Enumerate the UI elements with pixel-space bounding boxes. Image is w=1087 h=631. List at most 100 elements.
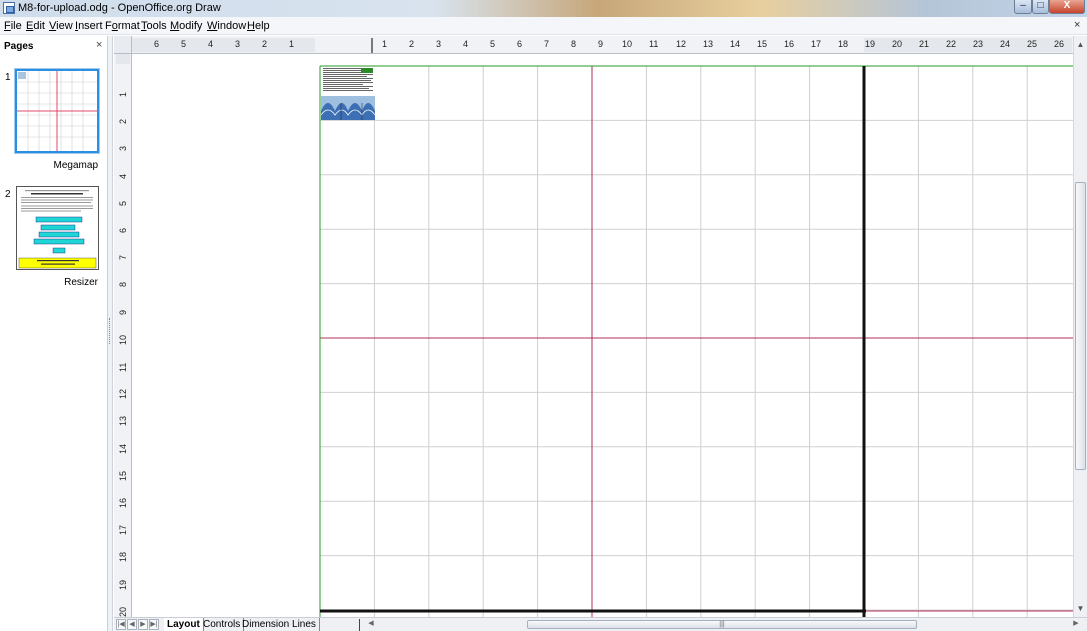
scroll-down-icon[interactable]: ▼ [1074,602,1087,615]
menu-tools[interactable]: Tools [141,20,167,32]
ruler-v-label: 10 [118,334,128,345]
ruler-h-label: 8 [571,39,577,49]
ruler-v-label: 1 [118,91,128,97]
pages-panel-title: Pages [4,41,34,52]
ruler-h-label: 24 [1000,39,1011,49]
pages-panel: Pages × 1 Megamap 2 Resizer [0,36,108,631]
ruler-h-label: 26 [1054,39,1065,49]
scroll-left-icon[interactable]: ◀ [366,619,376,630]
ruler-v-label: 6 [118,227,128,233]
embedded-image[interactable] [320,67,376,120]
ruler-h-label: 17 [811,39,822,49]
menu-view[interactable]: View [49,20,73,32]
document-close-icon[interactable]: × [1074,19,1080,31]
horizontal-ruler-ticks [114,38,1072,53]
ruler-v-label: 16 [118,497,128,508]
tab-layout[interactable]: Layout [164,618,204,631]
ruler-h-label: 25 [1027,39,1038,49]
splitter-grip[interactable] [109,318,112,344]
tab-controls[interactable]: Controls [200,618,245,631]
scroll-up-icon[interactable]: ▲ [1074,38,1087,51]
first-tab-icon[interactable]: |◀ [116,619,126,630]
ruler-h-label: 4 [208,39,214,49]
ruler-corner[interactable] [114,36,132,54]
page-grid [319,65,1073,617]
ruler-h-label: 21 [919,39,930,49]
prev-tab-icon[interactable]: ◀ [127,619,137,630]
page-thumbnail-resizer[interactable] [16,186,99,270]
ruler-v-label: 20 [118,606,128,617]
menu-modify[interactable]: Modify [170,20,202,32]
ruler-v-label: 5 [118,200,128,206]
drawing-canvas[interactable] [133,55,1073,617]
page-name-megamap: Megamap [53,160,98,171]
ruler-h-label: 1 [382,39,388,49]
ruler-h-label: 6 [517,39,523,49]
app-icon [3,2,15,14]
ruler-v-label: 8 [118,282,128,288]
vertical-scroll-thumb[interactable] [1075,182,1086,470]
menu-help[interactable]: Help [247,20,270,32]
last-tab-icon[interactable]: ▶| [149,619,159,630]
ruler-h-label: 12 [676,39,687,49]
pages-panel-close-icon[interactable]: × [96,39,102,51]
menu-window[interactable]: Window [207,20,246,32]
resizer-preview [18,190,97,269]
ruler-v-label: 7 [118,255,128,261]
ruler-h-label: 23 [973,39,984,49]
ruler-h-label: 14 [730,39,741,49]
vertical-scrollbar[interactable]: ▲ ▼ [1073,36,1087,617]
ruler-h-label: 2 [262,39,268,49]
page-number: 2 [5,189,11,200]
ruler-h-label: 4 [463,39,469,49]
ruler-h-label: 2 [409,39,415,49]
ruler-h-label: 19 [865,39,876,49]
page-thumbnail-megamap[interactable] [15,69,99,153]
page-number: 1 [5,72,11,83]
ruler-h-label: 1 [289,39,295,49]
title-bar: M8-for-upload.odg - OpenOffice.org Draw … [0,0,1087,17]
ruler-v-label: 12 [118,389,128,400]
menu-edit[interactable]: Edit [26,20,45,32]
menu-file[interactable]: File [4,20,22,32]
ruler-v-label: 15 [118,470,128,481]
next-tab-icon[interactable]: ▶ [138,619,148,630]
ruler-h-label: 9 [598,39,604,49]
horizontal-ruler[interactable]: 6 5 4 3 2 1 1 2 3 4 5 6 7 8 9 10 11 12 13 14 15 16 17 18 19 20 21 2… [114,36,1074,54]
close-button[interactable]: X [1049,0,1085,14]
ruler-h-label: 3 [436,39,442,49]
tab-dimension-lines[interactable]: Dimension Lines [239,618,320,631]
ruler-h-label: 10 [622,39,633,49]
megamap-preview [17,71,97,151]
vertical-ruler[interactable]: 1 2 3 4 5 6 7 8 9 10 11 12 13 14 15 16 17 18 19 20 [114,54,132,617]
ruler-v-label: 11 [118,362,128,372]
tab-splitter[interactable] [359,619,360,631]
ruler-h-label: 15 [757,39,768,49]
ruler-h-label: 13 [703,39,714,49]
embedded-image-preview [320,68,376,120]
ruler-v-label: 4 [118,173,128,179]
ruler-h-label: 5 [490,39,496,49]
scroll-right-icon[interactable]: ▶ [1071,619,1081,630]
minimize-button[interactable]: – [1014,0,1032,14]
menu-format[interactable]: Format [105,20,140,32]
bottom-bar: |◀ ◀ ▶ ▶| Layout Controls Dimension Line… [114,617,1087,631]
horizontal-scroll-thumb[interactable]: ||| [527,620,917,629]
ruler-v-label: 14 [118,443,128,454]
maximize-button[interactable]: □ [1032,0,1049,14]
ruler-v-label: 3 [118,146,128,152]
window-title: M8-for-upload.odg - OpenOffice.org Draw [18,2,221,14]
ruler-v-label: 9 [118,309,128,315]
menu-insert[interactable]: Insert [75,20,103,32]
ruler-h-label: 22 [946,39,957,49]
ruler-h-label: 5 [181,39,187,49]
ruler-h-label: 20 [892,39,903,49]
ruler-v-label: 2 [118,119,128,125]
ruler-h-label: 16 [784,39,795,49]
ruler-v-label: 17 [118,525,128,536]
ruler-v-label: 13 [118,416,128,427]
page-name-resizer: Resizer [64,277,98,288]
ruler-h-label: 6 [154,39,160,49]
ruler-h-label: 18 [838,39,849,49]
ruler-h-label: 7 [544,39,550,49]
